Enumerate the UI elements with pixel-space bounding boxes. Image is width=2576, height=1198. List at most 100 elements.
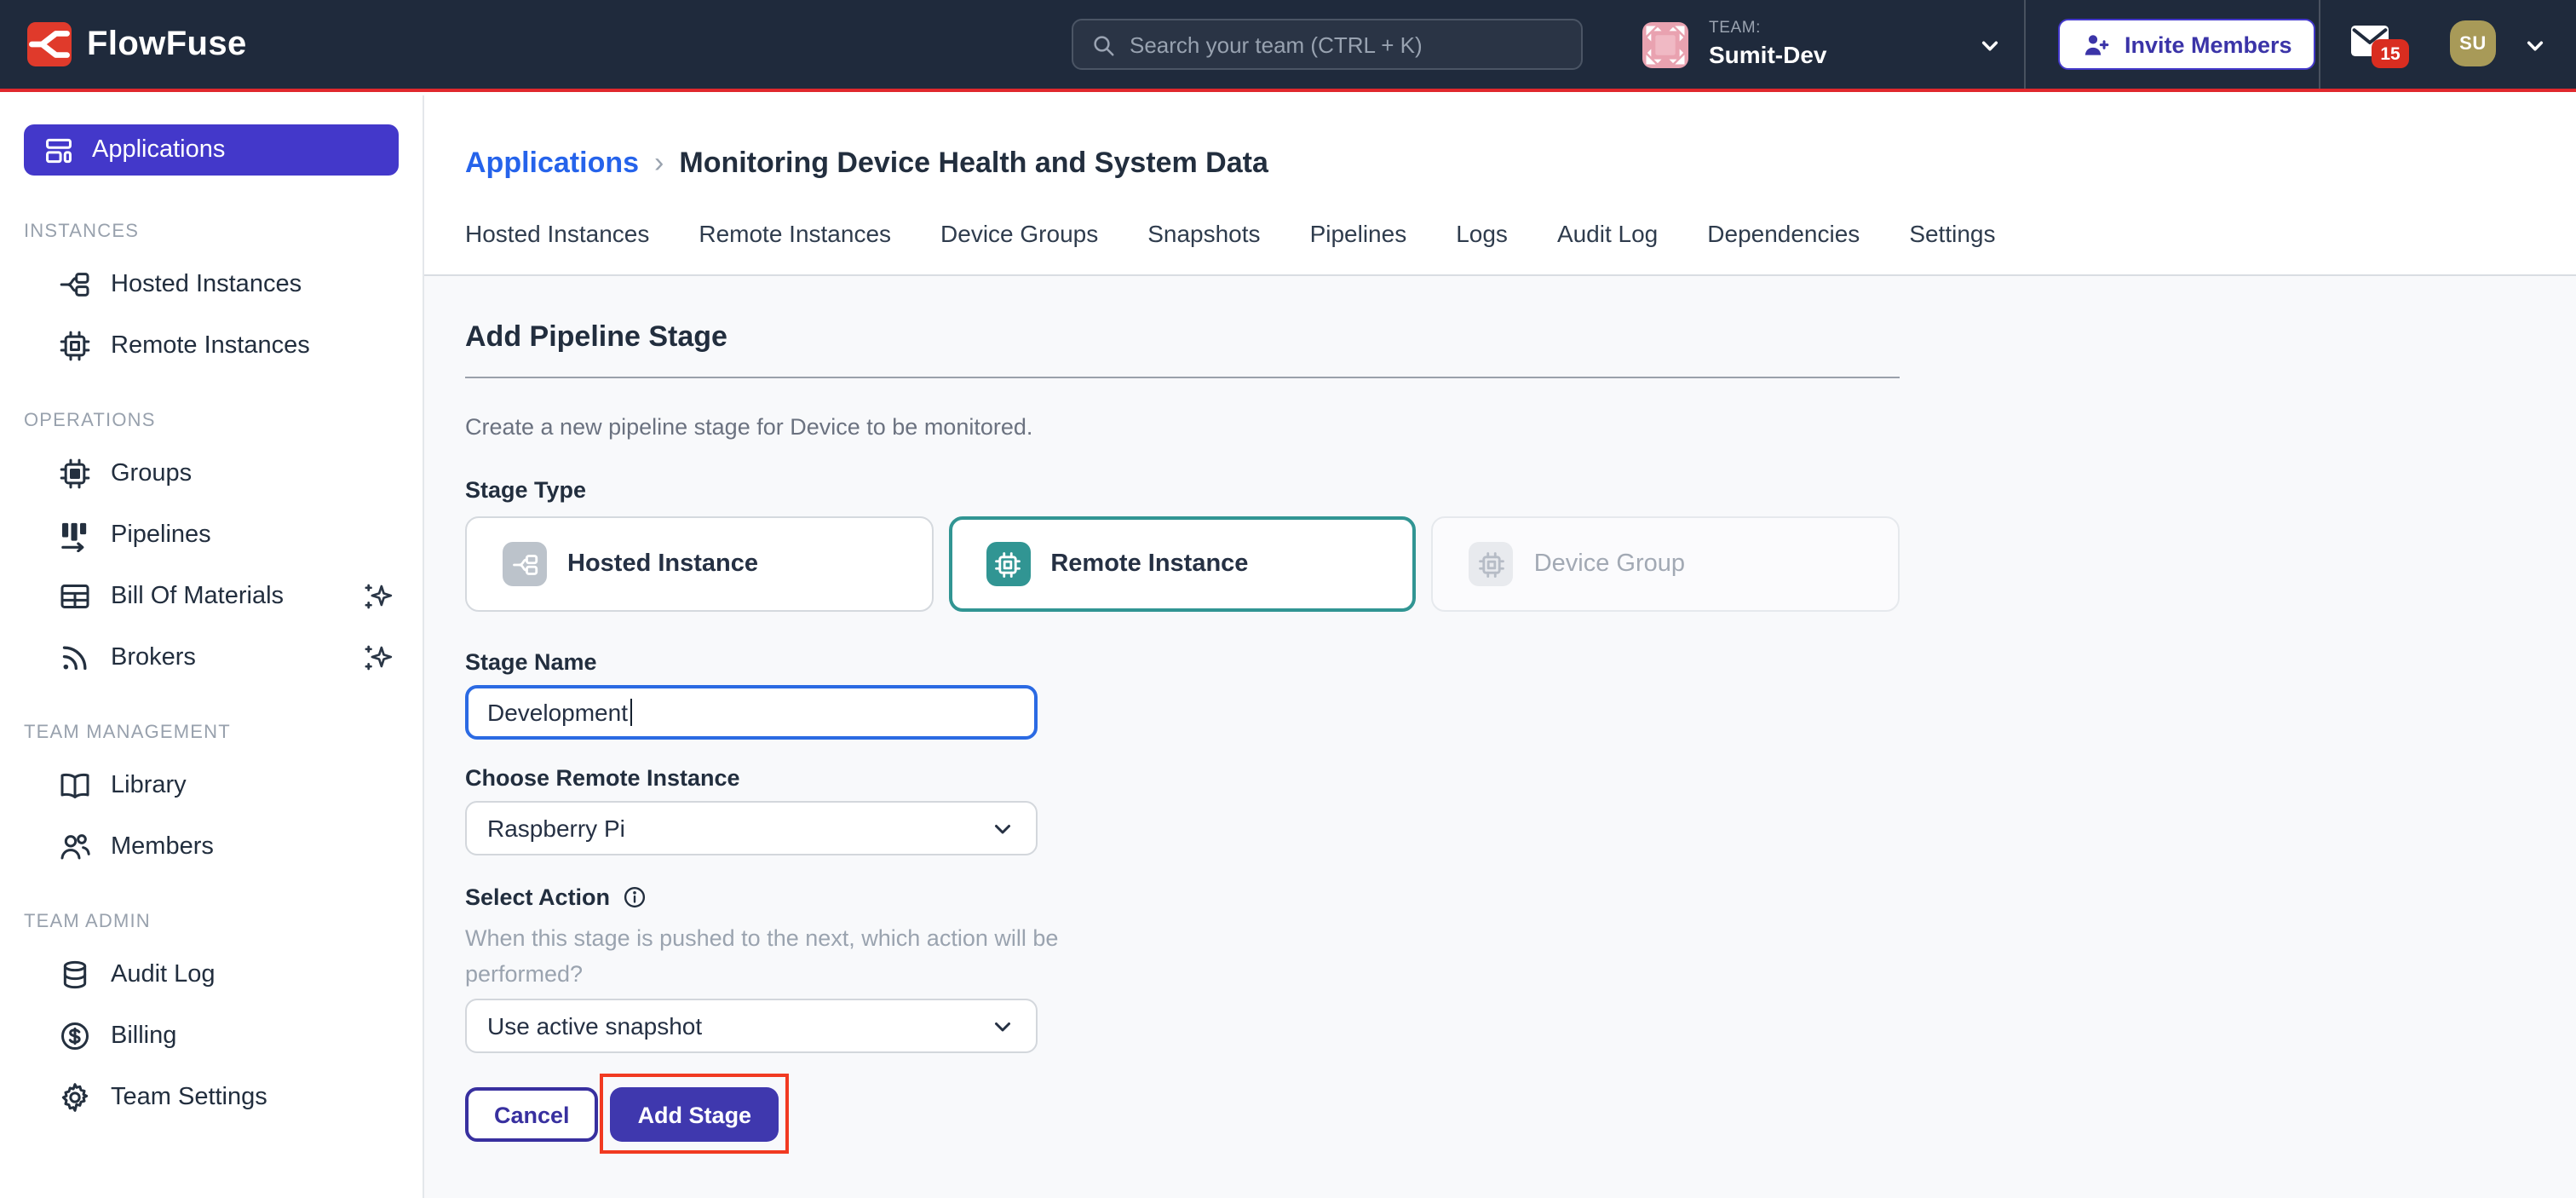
tab-snapshots[interactable]: Snapshots xyxy=(1147,220,1260,254)
header-divider xyxy=(2024,0,2026,89)
tab-pipelines[interactable]: Pipelines xyxy=(1310,220,1407,254)
divider xyxy=(465,377,1900,378)
user-plus-icon xyxy=(2082,30,2111,59)
sidebar-item-label: Team Settings xyxy=(111,1084,267,1111)
tab-settings[interactable]: Settings xyxy=(1909,220,1995,254)
flowfuse-logo-icon xyxy=(27,22,72,66)
section-label: TEAM ADMIN xyxy=(24,912,399,932)
page-header-area: Applications › Monitoring Device Health … xyxy=(424,95,2576,276)
sidebar-item-billing[interactable]: Billing xyxy=(24,1017,399,1055)
page-title: Monitoring Device Health and System Data xyxy=(679,147,1268,181)
sidebar-item-library[interactable]: Library xyxy=(24,767,399,804)
user-avatar[interactable]: SU xyxy=(2450,20,2496,66)
applications-icon xyxy=(43,134,75,166)
stage-type-label: Stage Type xyxy=(465,477,1900,503)
choose-remote-instance-label: Choose Remote Instance xyxy=(465,765,1900,791)
info-icon[interactable] xyxy=(622,884,647,910)
section-label: TEAM MANAGEMENT xyxy=(24,723,399,743)
sidebar-item-bill-of-materials[interactable]: Bill Of Materials xyxy=(24,578,399,615)
sidebar-item-label: Brokers xyxy=(111,644,196,671)
invite-members-button[interactable]: Invite Members xyxy=(2058,19,2316,70)
sidebar-section-operations: OPERATIONS Groups Pipelines Bill xyxy=(24,411,399,677)
sidebar-item-brokers[interactable]: Brokers xyxy=(24,639,399,677)
tab-logs[interactable]: Logs xyxy=(1456,220,1508,254)
search-icon xyxy=(1090,32,1116,57)
stage-type-remote-instance-selected[interactable]: Remote Instance xyxy=(948,516,1416,612)
user-menu-chevron-down-icon[interactable] xyxy=(2521,32,2549,60)
brand-name: FlowFuse xyxy=(87,25,247,64)
hosted-instance-icon xyxy=(503,542,547,586)
team-meta: TEAM: Sumit-Dev xyxy=(1709,20,1826,66)
breadcrumb: Applications › Monitoring Device Health … xyxy=(465,143,2576,184)
chevron-down-icon xyxy=(990,1013,1015,1039)
sidebar-item-label: Pipelines xyxy=(111,521,211,549)
sidebar-item-hosted-instances[interactable]: Hosted Instances xyxy=(24,266,399,303)
chevron-down-icon xyxy=(990,815,1015,841)
audit-log-database-icon xyxy=(58,958,92,992)
device-group-icon xyxy=(1469,542,1514,586)
top-navbar: FlowFuse xyxy=(0,0,2576,92)
header-divider xyxy=(2319,0,2320,89)
team-name: Sumit-Dev xyxy=(1709,42,1826,66)
text-caret xyxy=(630,699,632,726)
sidebar-item-label: Groups xyxy=(111,460,192,487)
sidebar-item-pipelines[interactable]: Pipelines xyxy=(24,516,399,554)
members-users-icon xyxy=(58,830,92,864)
app-window: FlowFuse xyxy=(0,0,2576,1198)
team-settings-gear-icon xyxy=(58,1080,92,1114)
team-chevron-down-icon[interactable] xyxy=(1976,32,2004,60)
select-action-help-text: When this stage is pushed to the next, w… xyxy=(465,920,1133,992)
application-tabs: Hosted Instances Remote Instances Device… xyxy=(465,220,2576,254)
pipelines-icon xyxy=(58,518,92,552)
notifications-button[interactable]: 15 xyxy=(2349,24,2390,58)
flowfuse-logo[interactable]: FlowFuse xyxy=(27,22,247,66)
stage-type-hosted-instance[interactable]: Hosted Instance xyxy=(465,516,933,612)
stage-name-value: Development xyxy=(487,699,628,726)
remote-instance-cpu-icon xyxy=(986,542,1030,586)
add-stage-button[interactable]: Add Stage xyxy=(611,1087,779,1142)
sidebar-item-groups[interactable]: Groups xyxy=(24,455,399,492)
sidebar-item-label: Library xyxy=(111,772,187,799)
submit-button-wrap: Add Stage xyxy=(611,1087,779,1142)
groups-icon xyxy=(58,457,92,491)
sidebar-item-team-settings[interactable]: Team Settings xyxy=(24,1079,399,1116)
tab-remote-instances[interactable]: Remote Instances xyxy=(699,220,891,254)
sidebar-section-team-admin: TEAM ADMIN Audit Log Billing Team Settin… xyxy=(24,912,399,1116)
sidebar-section-instances: INSTANCES Hosted Instances Remote Instan… xyxy=(24,222,399,365)
cancel-button[interactable]: Cancel xyxy=(465,1087,599,1142)
sidebar-item-remote-instances[interactable]: Remote Instances xyxy=(24,327,399,365)
team-selector[interactable]: TEAM: Sumit-Dev xyxy=(1642,20,1826,68)
sidebar-item-members[interactable]: Members xyxy=(24,828,399,866)
team-avatar xyxy=(1642,22,1688,68)
sidebar-item-label: Hosted Instances xyxy=(111,271,302,298)
stage-type-option-label: Hosted Instance xyxy=(567,550,758,578)
stage-type-device-group-disabled: Device Group xyxy=(1432,516,1900,612)
tab-dependencies[interactable]: Dependencies xyxy=(1707,220,1860,254)
tab-audit-log[interactable]: Audit Log xyxy=(1557,220,1658,254)
stage-type-option-label: Remote Instance xyxy=(1050,550,1248,578)
sidebar-item-applications[interactable]: Applications xyxy=(24,124,399,176)
sidebar-item-audit-log[interactable]: Audit Log xyxy=(24,956,399,994)
sidebar: Applications INSTANCES Hosted Instances … xyxy=(0,95,424,1198)
select-action-label-row: Select Action xyxy=(465,884,1900,910)
breadcrumb-applications-link[interactable]: Applications xyxy=(465,147,639,181)
stage-name-input[interactable]: Development xyxy=(465,685,1038,740)
sidebar-section-team-management: TEAM MANAGEMENT Library Members xyxy=(24,723,399,866)
remote-instance-select[interactable]: Raspberry Pi xyxy=(465,801,1038,855)
stage-type-options: Hosted Instance Remote Instance xyxy=(465,516,1900,612)
library-book-icon xyxy=(58,769,92,803)
section-label: OPERATIONS xyxy=(24,411,399,431)
hosted-instances-icon xyxy=(58,268,92,302)
stage-name-label: Stage Name xyxy=(465,649,1900,675)
form-actions: Cancel Add Stage xyxy=(465,1087,1900,1142)
action-select[interactable]: Use active snapshot xyxy=(465,999,1038,1053)
sidebar-item-label: Applications xyxy=(92,136,225,164)
tab-hosted-instances[interactable]: Hosted Instances xyxy=(465,220,649,254)
bill-of-materials-icon xyxy=(58,579,92,613)
search-input[interactable] xyxy=(1130,32,1564,57)
tab-device-groups[interactable]: Device Groups xyxy=(940,220,1098,254)
sidebar-item-label: Audit Log xyxy=(111,961,216,988)
breadcrumb-separator: › xyxy=(654,147,664,181)
sparkles-icon xyxy=(361,641,395,675)
team-search[interactable] xyxy=(1072,19,1583,70)
